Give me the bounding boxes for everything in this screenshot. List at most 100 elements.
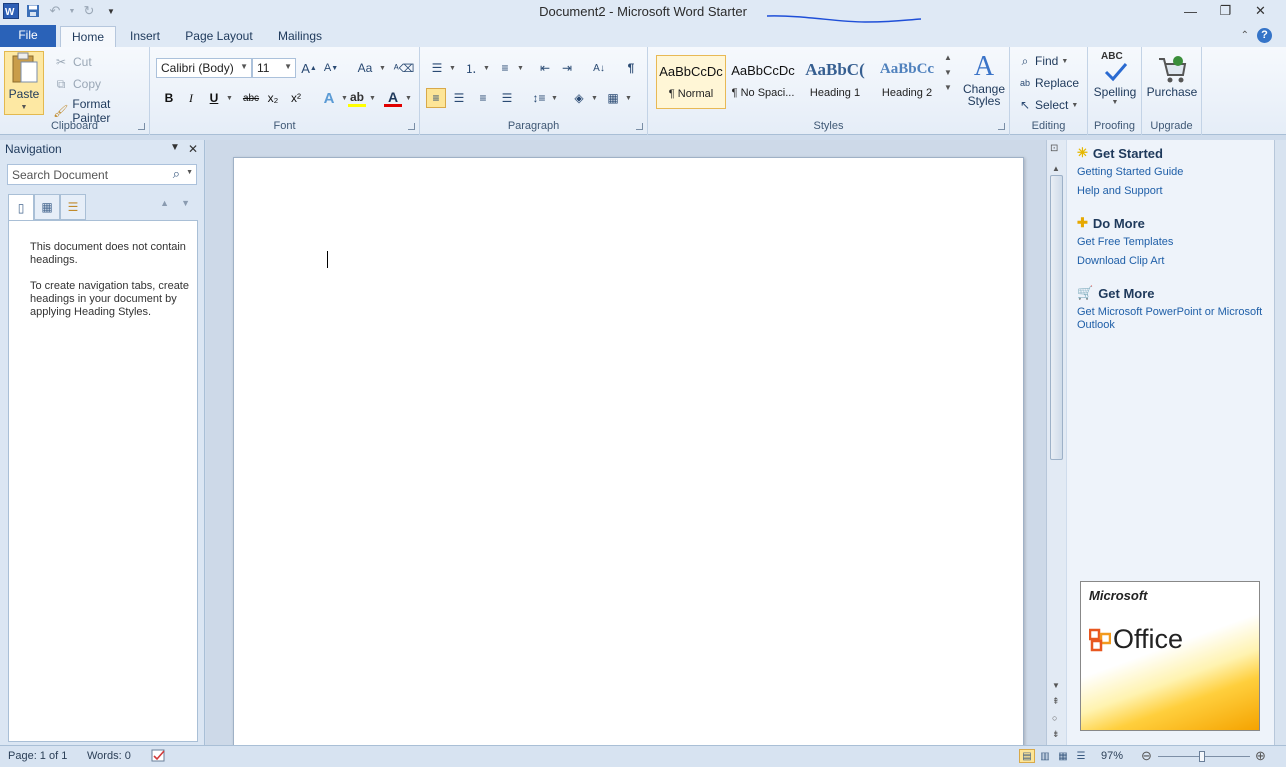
clipboard-launcher-icon[interactable] (138, 123, 145, 130)
style-heading-2[interactable]: AaBbCc Heading 2 (872, 55, 942, 109)
italic-button[interactable]: I (182, 89, 200, 107)
styles-scroll-up-icon[interactable]: ▲ (944, 53, 952, 62)
align-left-button[interactable]: ≡ (426, 88, 446, 108)
help-icon[interactable]: ? (1257, 28, 1272, 43)
multilevel-list-button[interactable]: ≡ ▼ (496, 59, 523, 77)
styles-launcher-icon[interactable] (998, 123, 1005, 130)
help-and-support-link[interactable]: Help and Support (1077, 185, 1267, 198)
full-screen-reading-icon[interactable]: ▥ (1037, 749, 1053, 763)
change-styles-button[interactable]: A Change Styles (960, 51, 1008, 107)
decrease-indent-button[interactable]: ⇤ (536, 59, 554, 77)
style-normal[interactable]: AaBbCcDc ¶ Normal (656, 55, 726, 109)
font-color-button[interactable]: A ▼ (384, 89, 412, 107)
increase-indent-button[interactable]: ⇥ (558, 59, 576, 77)
tab-insert[interactable]: Insert (122, 26, 168, 47)
justify-button[interactable]: ☰ (498, 89, 516, 107)
zoom-slider-thumb[interactable] (1199, 751, 1205, 762)
zoom-level[interactable]: 97% (1101, 750, 1123, 762)
navigation-menu-icon[interactable]: ▼ (170, 142, 180, 156)
tab-browse-pages[interactable]: ▦ (34, 194, 60, 220)
paragraph-launcher-icon[interactable] (636, 123, 643, 130)
line-spacing-button[interactable]: ↕≡ ▼ (530, 89, 557, 107)
font-launcher-icon[interactable] (408, 123, 415, 130)
tab-browse-headings[interactable]: ▯ (8, 194, 34, 220)
show-formatting-button[interactable]: ¶ (622, 59, 640, 77)
text-effects-icon: A (323, 89, 335, 107)
print-layout-view-icon[interactable]: ▤ (1019, 749, 1035, 763)
tab-page-layout[interactable]: Page Layout (180, 26, 258, 47)
change-case-button[interactable]: Aa ▼ (354, 59, 386, 77)
restore-button[interactable]: ❐ (1208, 0, 1243, 22)
tab-file[interactable]: File (0, 25, 56, 47)
next-heading-icon[interactable]: ▼ (181, 198, 190, 208)
borders-button[interactable]: ▦ ▼ (604, 89, 632, 107)
shading-button[interactable]: ◈ ▼ (570, 89, 598, 107)
bullets-button[interactable]: ☰ ▼ (428, 59, 456, 77)
navigation-close-icon[interactable]: ✕ (188, 142, 198, 156)
minimize-ribbon-icon[interactable]: ⌃ (1241, 30, 1249, 41)
draft-view-icon[interactable]: ☰ (1073, 749, 1089, 763)
find-button[interactable]: ⌕ Find ▼ (1018, 52, 1069, 70)
sort-button[interactable]: A↓ (590, 59, 608, 77)
tab-mailings[interactable]: Mailings (270, 26, 330, 47)
search-document-input[interactable]: Search Document ⌕ ▼ (7, 164, 197, 185)
highlight-button[interactable]: ab ▼ (348, 89, 376, 107)
view-ruler-icon[interactable]: ⊡ (1050, 143, 1063, 156)
subscript-button[interactable]: x₂ (264, 89, 282, 107)
previous-heading-icon[interactable]: ▲ (160, 198, 169, 208)
vertical-scrollbar[interactable]: ⊡ ▲ ▼ ⇞ ○ ⇟ (1046, 140, 1066, 745)
shrink-font-button[interactable]: A ▼ (322, 59, 340, 77)
web-layout-icon[interactable]: ▦ (1055, 749, 1071, 763)
minimize-button[interactable]: — (1173, 0, 1208, 22)
zoom-out-icon[interactable]: ⊖ (1141, 748, 1152, 764)
cut-button[interactable]: ✂ Cut (52, 53, 92, 71)
grow-font-button[interactable]: A ▲ (300, 59, 318, 77)
close-window-button[interactable]: ✕ (1243, 0, 1278, 22)
clear-formatting-button[interactable]: ᴬ⌫ (394, 59, 415, 77)
previous-page-icon[interactable]: ⇞ (1052, 696, 1060, 707)
style-heading-1[interactable]: AaBbC( Heading 1 (800, 55, 870, 109)
tab-home[interactable]: Home (60, 26, 116, 47)
download-clip-art-link[interactable]: Download Clip Art (1077, 255, 1267, 268)
select-browse-object-icon[interactable]: ○ (1052, 713, 1057, 723)
styles-scroll-down-icon[interactable]: ▼ (944, 68, 952, 77)
styles-more-icon[interactable]: ▼ (944, 83, 952, 92)
search-icon[interactable]: ⌕ (173, 166, 180, 182)
numbering-button[interactable]: ⒈ ▼ (462, 59, 490, 77)
create-headings-hint: To create navigation tabs, create headin… (30, 280, 189, 318)
copy-button[interactable]: ⧉ Copy (52, 75, 101, 93)
paste-button[interactable]: Paste ▼ (4, 51, 44, 115)
text-effects-button[interactable]: A ▼ (320, 89, 348, 107)
spelling-button[interactable]: ABC Spelling ▼ (1090, 51, 1140, 106)
underline-button[interactable]: U ▼ (205, 89, 233, 107)
scroll-down-icon[interactable]: ▼ (1052, 681, 1060, 690)
styles-scroll[interactable]: ▲ ▼ ▼ (944, 53, 952, 92)
select-button[interactable]: ↖ Select ▼ (1018, 96, 1078, 114)
free-templates-link[interactable]: Get Free Templates (1077, 236, 1267, 249)
tab-browse-results[interactable]: ☰ (60, 194, 86, 220)
proofing-status-icon[interactable] (150, 748, 168, 766)
upgrade-group-label: Upgrade (1150, 120, 1193, 132)
scroll-up-icon[interactable]: ▲ (1052, 164, 1060, 173)
scroll-thumb[interactable] (1050, 175, 1063, 460)
search-options-icon[interactable]: ▼ (186, 169, 193, 176)
align-right-button[interactable]: ≡ (474, 89, 492, 107)
page-count[interactable]: Page: 1 of 1 (8, 750, 67, 762)
font-name-combo[interactable]: Calibri (Body) ▼ (156, 58, 252, 78)
next-page-icon[interactable]: ⇟ (1052, 729, 1060, 740)
office-advertisement[interactable]: Microsoft Office (1080, 581, 1260, 731)
bold-button[interactable]: B (160, 89, 178, 107)
headings-view-icon: ▯ (17, 200, 25, 215)
zoom-in-icon[interactable]: ⊕ (1255, 748, 1266, 764)
style-no-spacing[interactable]: AaBbCcDc ¶ No Spaci... (728, 55, 798, 109)
strikethrough-button[interactable]: abc (240, 89, 262, 107)
get-powerpoint-outlook-link[interactable]: Get Microsoft PowerPoint or Microsoft Ou… (1077, 306, 1267, 332)
word-count[interactable]: Words: 0 (87, 750, 131, 762)
align-center-button[interactable]: ☰ (450, 89, 468, 107)
superscript-button[interactable]: x² (287, 89, 305, 107)
font-size-combo[interactable]: 11 ▼ (252, 58, 296, 78)
purchase-button[interactable]: Purchase (1146, 53, 1198, 99)
replace-button[interactable]: ab Replace (1018, 74, 1079, 92)
document-page[interactable] (233, 157, 1024, 747)
getting-started-guide-link[interactable]: Getting Started Guide (1077, 166, 1267, 179)
